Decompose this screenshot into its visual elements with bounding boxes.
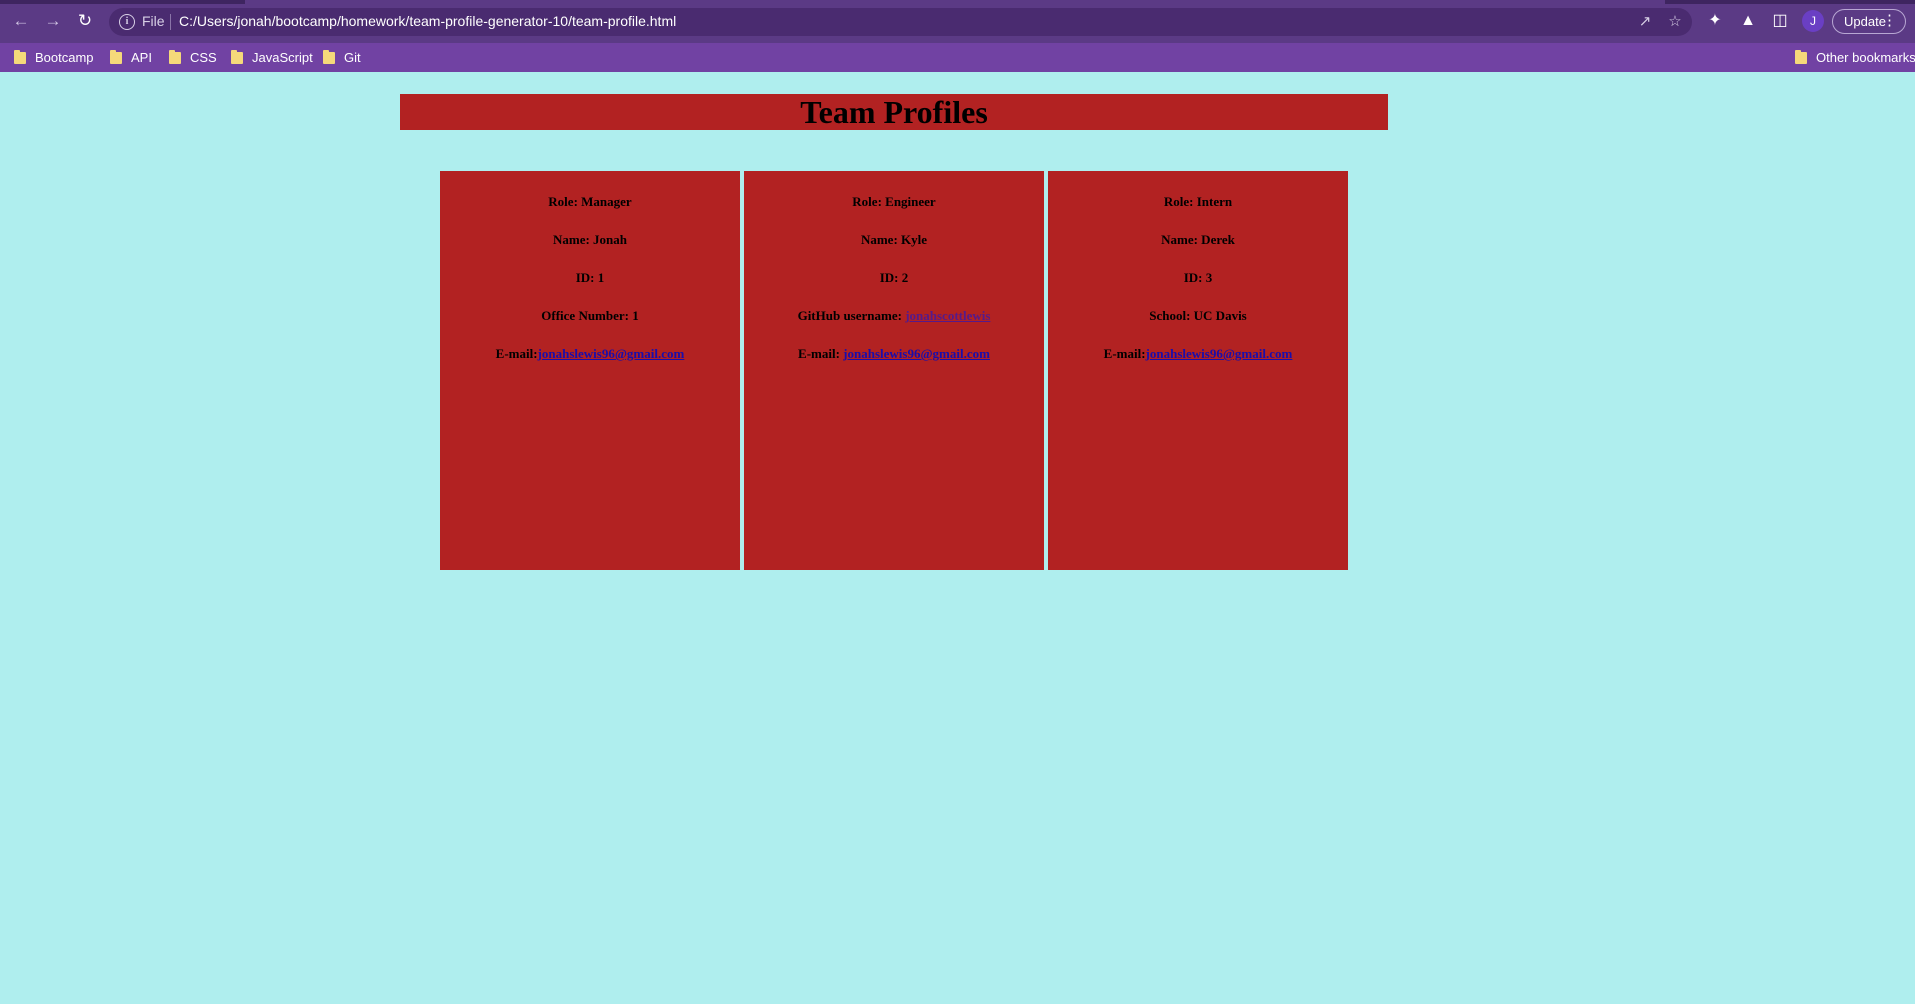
side-panel-icon[interactable]: ◫ [1769, 10, 1791, 32]
update-button[interactable]: Update ⋮ [1832, 9, 1906, 34]
bookmark-label: Other bookmarks [1816, 50, 1915, 65]
card-id: ID: 3 [1183, 270, 1213, 285]
active-tab-edge [245, 0, 1665, 4]
bookmark-label: Bootcamp [35, 50, 94, 65]
share-icon[interactable]: ↗ [1635, 12, 1655, 32]
bookmark-git[interactable]: Git [323, 43, 361, 72]
flask-icon[interactable]: ▲ [1737, 10, 1759, 32]
card-email-line: E-mail:jonahslewis96@gmail.com [1048, 346, 1348, 362]
folder-icon [323, 50, 335, 64]
profile-card-engineer: Role: Engineer Name: Kyle ID: 2 GitHub u… [744, 171, 1044, 570]
email-link[interactable]: jonahslewis96@gmail.com [1146, 346, 1293, 361]
address-separator [170, 14, 171, 30]
card-role: Role: Intern [1163, 194, 1233, 209]
email-link[interactable]: jonahslewis96@gmail.com [843, 346, 990, 361]
page-title: Team Profiles [400, 94, 1388, 130]
forward-icon[interactable]: → [42, 10, 64, 32]
bookmark-label: CSS [190, 50, 217, 65]
email-label: E-mail: [1103, 346, 1146, 361]
card-id: ID: 1 [575, 270, 605, 285]
card-name: Name: Derek [1161, 232, 1235, 247]
bookmark-other[interactable]: Other bookmarks [1795, 43, 1915, 72]
file-label: File [142, 13, 165, 29]
bookmark-javascript[interactable]: JavaScript [231, 43, 313, 72]
address-bar[interactable]: i File C:/Users/jonah/bootcamp/homework/… [109, 8, 1692, 36]
email-link[interactable]: jonahslewis96@gmail.com [538, 346, 685, 361]
card-github-line: GitHub username: jonahscottlewis [744, 308, 1044, 324]
card-email-line: E-mail: jonahslewis96@gmail.com [744, 346, 1044, 362]
profile-avatar[interactable]: J [1802, 10, 1824, 32]
bookmark-bootcamp[interactable]: Bootcamp [14, 43, 94, 72]
bookmark-label: JavaScript [252, 50, 313, 65]
folder-icon [1795, 50, 1807, 64]
card-role: Role: Engineer [852, 194, 936, 209]
url-text[interactable]: C:/Users/jonah/bootcamp/homework/team-pr… [179, 13, 676, 29]
folder-icon [231, 50, 243, 64]
card-email-line: E-mail:jonahslewis96@gmail.com [440, 346, 740, 362]
kebab-menu-icon[interactable]: ⋮ [1882, 10, 1897, 32]
folder-icon [110, 50, 122, 64]
email-label: E-mail: [495, 346, 538, 361]
card-id: ID: 2 [879, 270, 909, 285]
profile-card-intern: Role: Intern Name: Derek ID: 3 School: U… [1048, 171, 1348, 570]
github-link[interactable]: jonahscottlewis [905, 308, 990, 323]
folder-icon [14, 50, 26, 64]
puzzle-icon[interactable]: ✦ [1704, 10, 1726, 32]
bookmark-api[interactable]: API [110, 43, 152, 72]
reload-icon[interactable]: ↻ [74, 10, 96, 32]
info-icon[interactable]: i [119, 14, 135, 30]
github-label: GitHub username: [797, 308, 906, 323]
card-role: Role: Manager [548, 194, 632, 209]
bookmark-label: Git [344, 50, 361, 65]
browser-toolbar: ← → ↻ i File C:/Users/jonah/bootcamp/hom… [0, 0, 1915, 43]
bookmark-label: API [131, 50, 152, 65]
star-icon[interactable]: ☆ [1665, 12, 1685, 32]
bookmark-css[interactable]: CSS [169, 43, 217, 72]
email-label: E-mail: [798, 346, 844, 361]
card-office-number: Office Number: 1 [541, 308, 639, 323]
card-name: Name: Kyle [860, 232, 928, 247]
back-icon[interactable]: ← [10, 10, 32, 32]
card-school: School: UC Davis [1149, 308, 1247, 323]
update-label: Update [1844, 14, 1886, 29]
bookmarks-bar: Bootcamp API CSS JavaScript Git Other bo… [0, 43, 1915, 72]
profile-card-manager: Role: Manager Name: Jonah ID: 1 Office N… [440, 171, 740, 570]
folder-icon [169, 50, 181, 64]
card-name: Name: Jonah [552, 232, 628, 247]
